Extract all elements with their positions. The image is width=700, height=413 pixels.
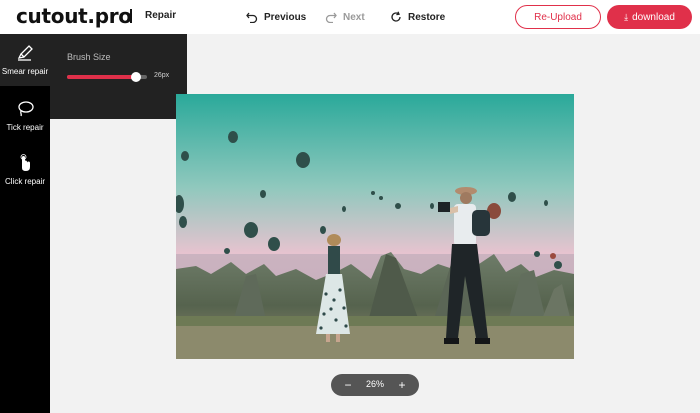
logo[interactable]: cutout.pro <box>16 4 132 28</box>
restore-label: Restore <box>408 11 446 23</box>
restore-icon <box>391 11 401 22</box>
reupload-button[interactable]: Re-Upload <box>515 5 601 29</box>
redo-icon <box>325 12 337 23</box>
tool-sidebar: Smear repair Tick repair Click repair <box>0 34 50 413</box>
zoom-control: − 26% + <box>331 374 419 396</box>
pointer-icon <box>20 154 30 171</box>
undo-icon <box>246 12 258 23</box>
slider-fill <box>67 75 136 79</box>
lasso-icon <box>18 101 34 117</box>
slider-thumb[interactable] <box>130 72 141 82</box>
brush-size-slider[interactable] <box>67 72 147 82</box>
restore-button[interactable]: Restore <box>390 9 445 25</box>
photo-image <box>176 94 574 359</box>
tool-click-repair[interactable]: Click repair <box>0 144 50 196</box>
download-button[interactable]: ⤓ download <box>607 5 692 29</box>
zoom-out-button[interactable]: − <box>341 377 355 393</box>
tool-tick-repair[interactable]: Tick repair <box>0 90 50 142</box>
previous-button[interactable]: Previous <box>246 9 306 25</box>
previous-label: Previous <box>264 11 307 23</box>
zoom-level: 26% <box>365 379 384 389</box>
next-label: Next <box>343 11 365 23</box>
download-label: download <box>632 11 675 23</box>
tool-label: Tick repair <box>6 123 44 132</box>
zoom-in-button[interactable]: + <box>395 377 409 393</box>
brush-size-panel: Brush Size 26px <box>50 34 187 119</box>
tool-smear-repair[interactable]: Smear repair <box>0 34 50 86</box>
tool-label: Click repair <box>4 177 45 186</box>
brush-size-title: Brush Size <box>67 52 111 62</box>
top-bar: cutout.pro Repair Previous Next Restore … <box>0 0 700 34</box>
brush-size-value: 26px <box>154 72 170 79</box>
mode-label: Repair <box>145 10 177 21</box>
photo-canvas[interactable] <box>176 94 574 359</box>
next-button[interactable]: Next <box>325 9 365 25</box>
logo-separator <box>130 9 132 23</box>
tool-label: Smear repair <box>1 67 49 76</box>
download-icon: ⤓ <box>624 11 629 22</box>
brush-icon <box>17 45 33 61</box>
